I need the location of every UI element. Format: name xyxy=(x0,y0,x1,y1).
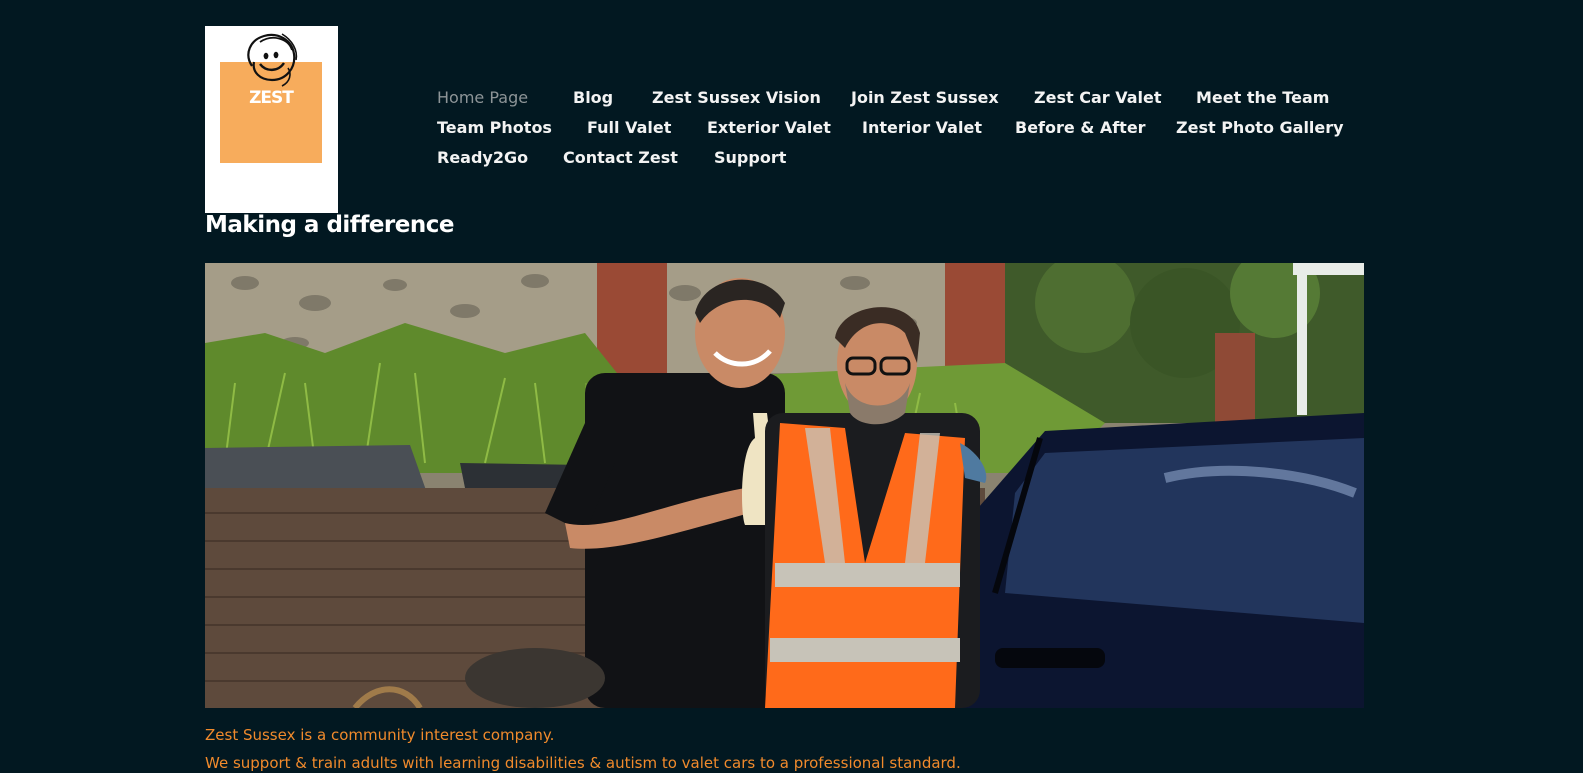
nav-meet-the-team[interactable]: Meet the Team xyxy=(1196,88,1329,107)
nav-blog[interactable]: Blog xyxy=(573,88,613,107)
nav-home-page[interactable]: Home Page xyxy=(437,88,528,107)
hero-photo-illustration xyxy=(205,263,1364,708)
zest-logo[interactable]: ZEST xyxy=(205,26,338,213)
page: ZEST Home Page Blog Zest Sussex Vision J… xyxy=(0,0,1583,773)
nav-before-after[interactable]: Before & After xyxy=(1015,118,1146,137)
nav-interior-valet[interactable]: Interior Valet xyxy=(862,118,982,137)
nav-contact-zest[interactable]: Contact Zest xyxy=(563,148,678,167)
smiley-swirl-icon xyxy=(247,33,298,87)
nav-zest-photo-gallery[interactable]: Zest Photo Gallery xyxy=(1176,118,1344,137)
nav-support[interactable]: Support xyxy=(714,148,786,167)
intro-text: Zest Sussex is a community interest comp… xyxy=(205,724,1205,773)
nav-join-zest-sussex[interactable]: Join Zest Sussex xyxy=(851,88,999,107)
nav-exterior-valet[interactable]: Exterior Valet xyxy=(707,118,831,137)
intro-paragraph-1: Zest Sussex is a community interest comp… xyxy=(205,726,555,744)
nav-team-photos[interactable]: Team Photos xyxy=(437,118,552,137)
nav-ready2go[interactable]: Ready2Go xyxy=(437,148,528,167)
nav-zest-car-valet[interactable]: Zest Car Valet xyxy=(1034,88,1161,107)
page-title: Making a difference xyxy=(205,212,454,238)
nav-full-valet[interactable]: Full Valet xyxy=(587,118,671,137)
intro-paragraph-2: We support & train adults with learning … xyxy=(205,754,961,772)
hero-photo xyxy=(205,263,1364,708)
nav-zest-sussex-vision[interactable]: Zest Sussex Vision xyxy=(652,88,821,107)
